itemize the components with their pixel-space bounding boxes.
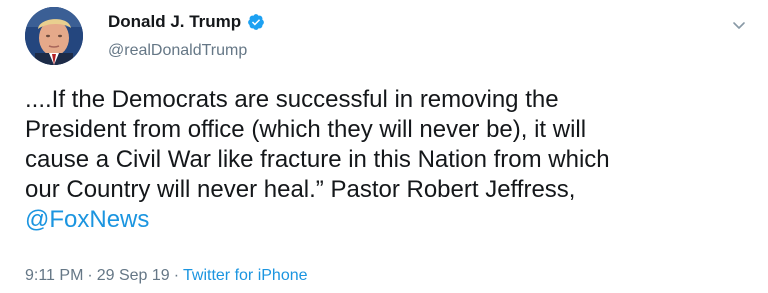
chevron-down-icon[interactable] [730, 16, 748, 34]
tweet-line: President from office (which they will n… [25, 116, 587, 143]
avatar[interactable] [25, 7, 83, 65]
tweet-source-link[interactable]: Twitter for iPhone [183, 267, 308, 284]
verified-badge-icon [247, 13, 265, 31]
tweet-card: Donald J. Trump @realDonaldTrump ....If … [0, 0, 768, 293]
user-handle[interactable]: @realDonaldTrump [108, 42, 265, 60]
tweet-date[interactable]: 29 Sep 19 [97, 267, 170, 284]
display-name[interactable]: Donald J. Trump [108, 12, 241, 32]
author-block: Donald J. Trump @realDonaldTrump [108, 11, 265, 60]
meta-separator: · [87, 267, 93, 284]
tweet-line: ....If the Democrats are successful in r… [25, 86, 559, 113]
tweet-meta: 9:11 PM · 29 Sep 19 · Twitter for iPhone [25, 267, 308, 285]
profile-photo [25, 7, 83, 65]
tweet-text: ....If the Democrats are successful in r… [25, 85, 745, 235]
name-row: Donald J. Trump [108, 11, 265, 33]
tweet-line: cause a Civil War like fracture in this … [25, 146, 610, 173]
meta-separator: · [173, 267, 180, 284]
tweet-time[interactable]: 9:11 PM [25, 267, 83, 284]
mention-link[interactable]: @FoxNews [25, 205, 745, 235]
tweet-line: our Country will never heal.” Pastor Rob… [25, 176, 576, 203]
